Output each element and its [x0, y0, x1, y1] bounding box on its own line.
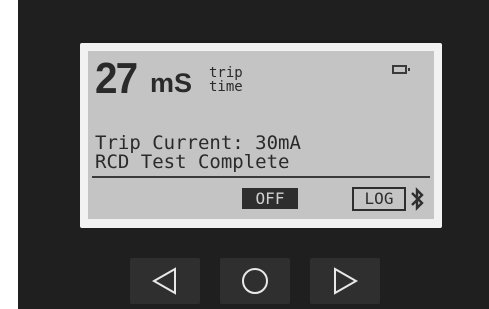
trip-label-line2: time [209, 79, 243, 95]
tester-panel: 27 mS trip time Trip Current: 30mA RCD T… [18, 0, 489, 309]
status-text: RCD Test Complete [95, 151, 290, 173]
trip-time-value: 27 [95, 54, 138, 103]
triangle-right-icon [334, 267, 359, 295]
trip-current-text: Trip Current: 30mA [95, 132, 301, 154]
battery-icon [392, 65, 410, 74]
softkey-log[interactable]: LOG [352, 187, 406, 211]
nav-left-button[interactable] [130, 258, 200, 304]
triangle-left-icon [151, 267, 176, 295]
nav-center-button[interactable] [220, 258, 290, 304]
nav-right-button[interactable] [310, 258, 380, 304]
bluetooth-icon [408, 187, 426, 211]
trip-time-unit: mS [150, 68, 193, 98]
circle-icon [242, 268, 268, 294]
trip-time-label: trip time [209, 66, 243, 94]
lcd-display: 27 mS trip time Trip Current: 30mA RCD T… [88, 51, 434, 219]
divider [92, 176, 430, 178]
softkey-off[interactable]: OFF [242, 188, 298, 209]
trip-label-line1: trip [209, 65, 243, 81]
